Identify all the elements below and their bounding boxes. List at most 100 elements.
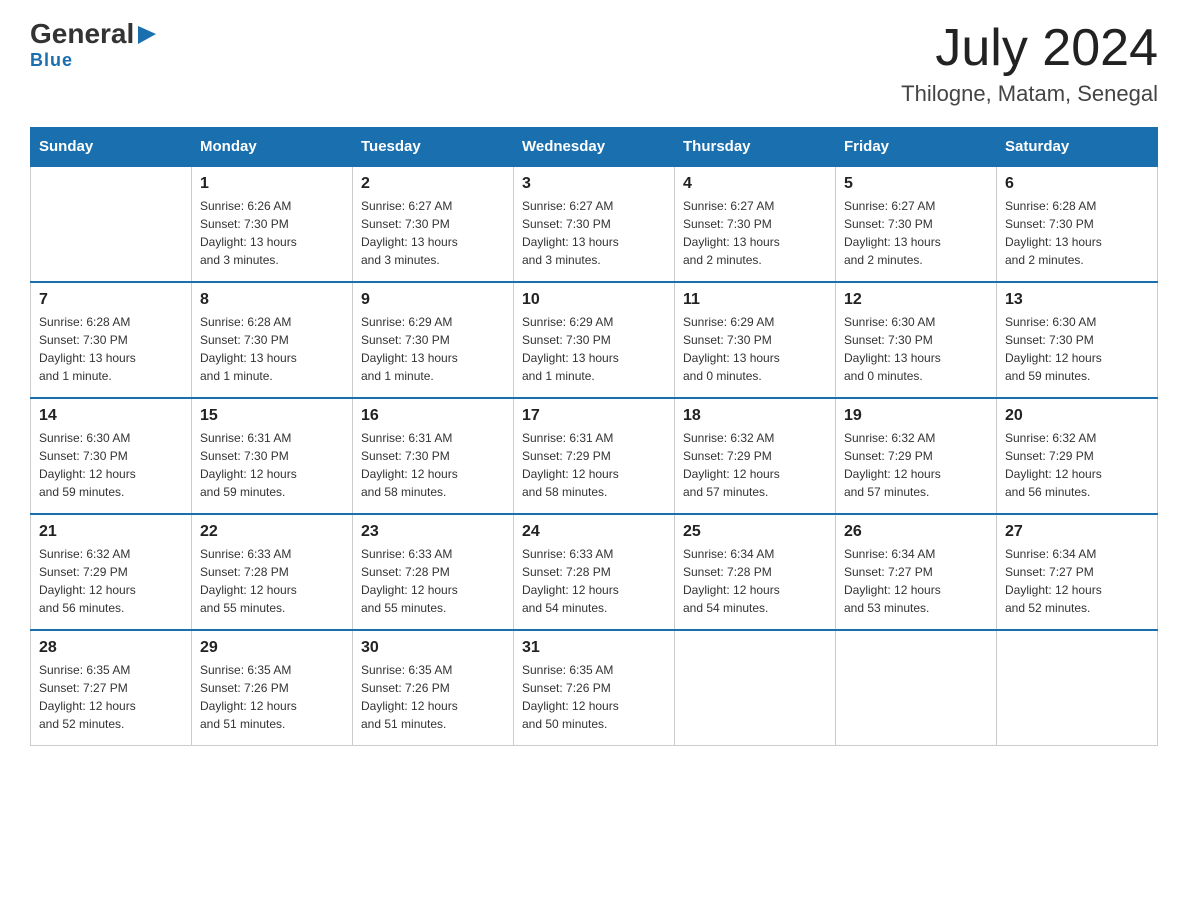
day-info: Sunrise: 6:30 AM Sunset: 7:30 PM Dayligh… xyxy=(844,313,988,385)
calendar-cell: 12 Sunrise: 6:30 AM Sunset: 7:30 PM Dayli… xyxy=(836,282,997,398)
day-info: Sunrise: 6:27 AM Sunset: 7:30 PM Dayligh… xyxy=(683,197,827,269)
calendar-cell: 18Sunrise: 6:32 AM Sunset: 7:29 PM Dayli… xyxy=(675,398,836,514)
header-thursday: Thursday xyxy=(675,128,836,167)
calendar-cell: 25Sunrise: 6:34 AM Sunset: 7:28 PM Dayli… xyxy=(675,514,836,630)
day-info: Sunrise: 6:33 AM Sunset: 7:28 PM Dayligh… xyxy=(200,545,344,617)
day-number: 26 xyxy=(844,523,988,541)
calendar-cell: 1Sunrise: 6:26 AM Sunset: 7:30 PM Daylig… xyxy=(192,166,353,282)
calendar-cell: 20Sunrise: 6:32 AM Sunset: 7:29 PM Dayli… xyxy=(997,398,1158,514)
day-number: 12 xyxy=(844,291,988,309)
day-number: 29 xyxy=(200,639,344,657)
calendar-cell: 29 Sunrise: 6:35 AM Sunset: 7:26 PM Dayli… xyxy=(192,630,353,746)
calendar-cell: 11Sunrise: 6:29 AM Sunset: 7:30 PM Dayli… xyxy=(675,282,836,398)
calendar-cell: 17 Sunrise: 6:31 AM Sunset: 7:29 PM Dayli… xyxy=(514,398,675,514)
calendar-cell: 14 Sunrise: 6:30 AM Sunset: 7:30 PM Dayli… xyxy=(31,398,192,514)
header-wednesday: Wednesday xyxy=(514,128,675,167)
day-number: 31 xyxy=(522,639,666,657)
calendar-cell: 4 Sunrise: 6:27 AM Sunset: 7:30 PM Daylig… xyxy=(675,166,836,282)
calendar-cell: 19 Sunrise: 6:32 AM Sunset: 7:29 PM Dayli… xyxy=(836,398,997,514)
header-sunday: Sunday xyxy=(31,128,192,167)
day-info: Sunrise: 6:27 AM Sunset: 7:30 PM Dayligh… xyxy=(361,197,505,269)
page-header: General Blue July 2024 Thilogne, Matam, … xyxy=(30,20,1158,107)
page-subtitle: Thilogne, Matam, Senegal xyxy=(901,81,1158,107)
day-number: 28 xyxy=(39,639,183,657)
day-number: 27 xyxy=(1005,523,1149,541)
day-number: 6 xyxy=(1005,175,1149,193)
day-info: Sunrise: 6:31 AM Sunset: 7:29 PM Dayligh… xyxy=(522,429,666,501)
header-monday: Monday xyxy=(192,128,353,167)
logo: General Blue xyxy=(30,20,158,71)
header-saturday: Saturday xyxy=(997,128,1158,167)
calendar-cell: 31 Sunrise: 6:35 AM Sunset: 7:26 PM Dayli… xyxy=(514,630,675,746)
calendar-cell: 8 Sunrise: 6:28 AM Sunset: 7:30 PM Daylig… xyxy=(192,282,353,398)
day-number: 4 xyxy=(683,175,827,193)
calendar-cell: 7Sunrise: 6:28 AM Sunset: 7:30 PM Daylig… xyxy=(31,282,192,398)
day-info: Sunrise: 6:29 AM Sunset: 7:30 PM Dayligh… xyxy=(683,313,827,385)
calendar-table: SundayMondayTuesdayWednesdayThursdayFrid… xyxy=(30,127,1158,746)
day-info: Sunrise: 6:28 AM Sunset: 7:30 PM Dayligh… xyxy=(200,313,344,385)
day-info: Sunrise: 6:30 AM Sunset: 7:30 PM Dayligh… xyxy=(1005,313,1149,385)
day-info: Sunrise: 6:28 AM Sunset: 7:30 PM Dayligh… xyxy=(1005,197,1149,269)
day-number: 19 xyxy=(844,407,988,425)
day-number: 23 xyxy=(361,523,505,541)
day-info: Sunrise: 6:30 AM Sunset: 7:30 PM Dayligh… xyxy=(39,429,183,501)
day-number: 7 xyxy=(39,291,183,309)
logo-general: General xyxy=(30,20,134,48)
day-number: 15 xyxy=(200,407,344,425)
day-info: Sunrise: 6:31 AM Sunset: 7:30 PM Dayligh… xyxy=(361,429,505,501)
calendar-cell: 22 Sunrise: 6:33 AM Sunset: 7:28 PM Dayli… xyxy=(192,514,353,630)
calendar-cell: 16 Sunrise: 6:31 AM Sunset: 7:30 PM Dayli… xyxy=(353,398,514,514)
day-number: 22 xyxy=(200,523,344,541)
day-info: Sunrise: 6:32 AM Sunset: 7:29 PM Dayligh… xyxy=(39,545,183,617)
day-info: Sunrise: 6:32 AM Sunset: 7:29 PM Dayligh… xyxy=(683,429,827,501)
calendar-cell xyxy=(31,166,192,282)
header-tuesday: Tuesday xyxy=(353,128,514,167)
day-number: 17 xyxy=(522,407,666,425)
day-info: Sunrise: 6:35 AM Sunset: 7:26 PM Dayligh… xyxy=(200,661,344,733)
logo-arrow-icon xyxy=(136,24,158,46)
day-number: 14 xyxy=(39,407,183,425)
calendar-cell: 27 Sunrise: 6:34 AM Sunset: 7:27 PM Dayli… xyxy=(997,514,1158,630)
calendar-cell: 6 Sunrise: 6:28 AM Sunset: 7:30 PM Daylig… xyxy=(997,166,1158,282)
calendar-cell: 2 Sunrise: 6:27 AM Sunset: 7:30 PM Daylig… xyxy=(353,166,514,282)
calendar-cell: 28 Sunrise: 6:35 AM Sunset: 7:27 PM Dayli… xyxy=(31,630,192,746)
calendar-cell: 26 Sunrise: 6:34 AM Sunset: 7:27 PM Dayli… xyxy=(836,514,997,630)
day-info: Sunrise: 6:35 AM Sunset: 7:27 PM Dayligh… xyxy=(39,661,183,733)
page-title: July 2024 xyxy=(901,20,1158,77)
header-row: SundayMondayTuesdayWednesdayThursdayFrid… xyxy=(31,128,1158,167)
day-number: 5 xyxy=(844,175,988,193)
day-info: Sunrise: 6:27 AM Sunset: 7:30 PM Dayligh… xyxy=(522,197,666,269)
week-row-2: 7 Sunrise: 6:28 AM Sunset: 7:30 PM Daylig… xyxy=(31,282,1158,398)
calendar-cell: 10Sunrise: 6:29 AM Sunset: 7:30 PM Dayli… xyxy=(514,282,675,398)
day-info: Sunrise: 6:31 AM Sunset: 7:30 PM Dayligh… xyxy=(200,429,344,501)
day-number: 3 xyxy=(522,175,666,193)
header-friday: Friday xyxy=(836,128,997,167)
day-number: 16 xyxy=(361,407,505,425)
day-number: 20 xyxy=(1005,407,1149,425)
day-number: 2 xyxy=(361,175,505,193)
day-info: Sunrise: 6:29 AM Sunset: 7:30 PM Dayligh… xyxy=(522,313,666,385)
day-info: Sunrise: 6:29 AM Sunset: 7:30 PM Dayligh… xyxy=(361,313,505,385)
week-row-1: 1Sunrise: 6:26 AM Sunset: 7:30 PM Daylig… xyxy=(31,166,1158,282)
day-info: Sunrise: 6:33 AM Sunset: 7:28 PM Dayligh… xyxy=(522,545,666,617)
calendar-cell xyxy=(997,630,1158,746)
calendar-cell xyxy=(675,630,836,746)
day-info: Sunrise: 6:32 AM Sunset: 7:29 PM Dayligh… xyxy=(844,429,988,501)
day-number: 1 xyxy=(200,175,344,193)
day-number: 13 xyxy=(1005,291,1149,309)
day-number: 8 xyxy=(200,291,344,309)
day-number: 24 xyxy=(522,523,666,541)
day-info: Sunrise: 6:34 AM Sunset: 7:27 PM Dayligh… xyxy=(844,545,988,617)
calendar-cell: 30Sunrise: 6:35 AM Sunset: 7:26 PM Dayli… xyxy=(353,630,514,746)
day-info: Sunrise: 6:33 AM Sunset: 7:28 PM Dayligh… xyxy=(361,545,505,617)
day-number: 30 xyxy=(361,639,505,657)
calendar-cell: 21Sunrise: 6:32 AM Sunset: 7:29 PM Dayli… xyxy=(31,514,192,630)
calendar-cell: 13 Sunrise: 6:30 AM Sunset: 7:30 PM Dayli… xyxy=(997,282,1158,398)
day-info: Sunrise: 6:34 AM Sunset: 7:27 PM Dayligh… xyxy=(1005,545,1149,617)
calendar-cell: 15 Sunrise: 6:31 AM Sunset: 7:30 PM Dayli… xyxy=(192,398,353,514)
calendar-cell: 23 Sunrise: 6:33 AM Sunset: 7:28 PM Dayli… xyxy=(353,514,514,630)
day-info: Sunrise: 6:27 AM Sunset: 7:30 PM Dayligh… xyxy=(844,197,988,269)
day-number: 9 xyxy=(361,291,505,309)
title-block: July 2024 Thilogne, Matam, Senegal xyxy=(901,20,1158,107)
day-info: Sunrise: 6:35 AM Sunset: 7:26 PM Dayligh… xyxy=(522,661,666,733)
